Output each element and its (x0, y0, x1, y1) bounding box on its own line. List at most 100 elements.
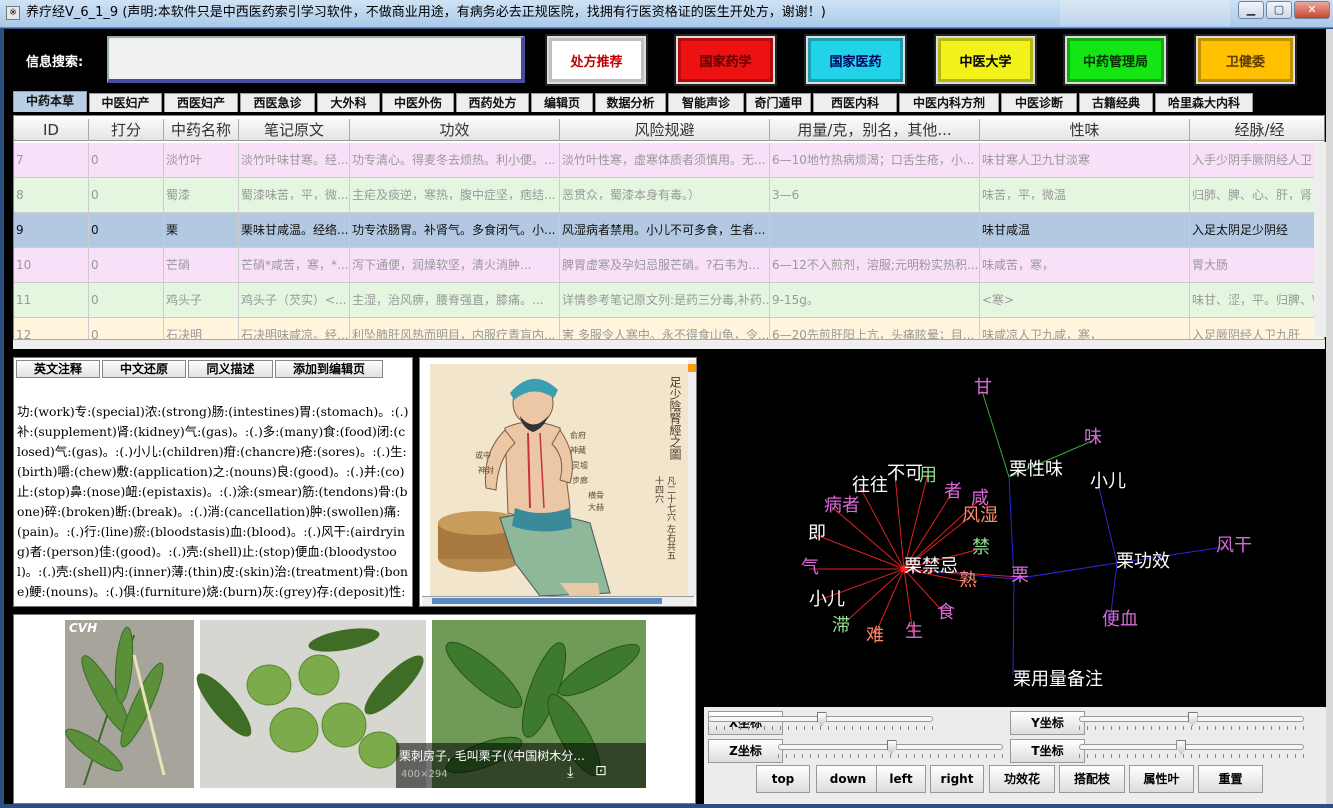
graph-controls: X坐标 Y坐标 Z坐标 T坐标 top down left right 功效花 搭配枝 属性叶 重置 (704, 707, 1326, 804)
graph-nav-button-0[interactable]: top (756, 765, 810, 793)
graph-node[interactable]: 即 (808, 523, 826, 544)
graph-nav-button-2[interactable]: left (876, 765, 926, 793)
graph-edge (1012, 578, 1015, 676)
graph-nav-button-1[interactable]: down (816, 765, 880, 793)
table-cell: 泻下通便，润燥软坚，清火消肿... (350, 248, 560, 283)
graph-node[interactable]: 不可 (887, 463, 923, 484)
graph-node[interactable]: 栗禁忌 (904, 556, 958, 577)
slider-thumb[interactable] (886, 740, 897, 754)
meridian-chart-subtitle: 凡二十七穴 左右共五十四穴 (653, 476, 675, 560)
tab-11[interactable]: 西医内科 (813, 93, 897, 112)
annotation-button-3[interactable]: 添加到编辑页 (275, 360, 383, 378)
graph-node[interactable]: 病者 (824, 495, 860, 516)
coordinate-slider-2[interactable] (778, 740, 1003, 754)
tab-9[interactable]: 智能声诊 (668, 93, 744, 112)
top-button-1[interactable]: 国家药学 (674, 34, 777, 86)
graph-node[interactable]: 食 (937, 602, 955, 623)
slider-thumb[interactable] (816, 712, 827, 726)
minimize-button[interactable]: ▁ (1238, 1, 1264, 19)
coordinate-slider-0[interactable] (708, 712, 933, 726)
close-button[interactable]: ✕ (1294, 1, 1330, 19)
tab-2[interactable]: 西医妇产 (164, 93, 238, 112)
tab-13[interactable]: 中医诊断 (1001, 93, 1077, 112)
column-header-2[interactable]: 中药名称 (164, 119, 239, 141)
table-cell: 0 (89, 248, 164, 283)
graph-node[interactable]: 熟 (959, 570, 977, 591)
column-header-6[interactable]: 用量/克，别名，其他... (770, 119, 980, 141)
annotation-button-2[interactable]: 同义描述 (188, 360, 273, 378)
graph-node[interactable]: 气 (801, 557, 819, 578)
graph-node[interactable]: 风干 (1216, 535, 1252, 556)
table-cell: <寒> (980, 283, 1190, 318)
annotation-button-0[interactable]: 英文注释 (16, 360, 100, 378)
graph-node[interactable]: 生 (905, 621, 923, 642)
top-button-4[interactable]: 中药管理局 (1063, 34, 1168, 86)
graph-nav-button-3[interactable]: right (930, 765, 984, 793)
column-header-1[interactable]: 打分 (89, 119, 164, 141)
tab-4[interactable]: 大外科 (317, 93, 380, 112)
graph-node[interactable]: 栗性味 (1009, 459, 1063, 480)
tab-7[interactable]: 编辑页 (531, 93, 593, 112)
tab-12[interactable]: 中医内科方剂 (899, 93, 999, 112)
tab-3[interactable]: 西医急诊 (240, 93, 315, 112)
annotation-button-1[interactable]: 中文还原 (102, 360, 186, 378)
coordinate-slider-3[interactable] (1079, 740, 1304, 754)
graph-nav-button-4[interactable]: 功效花 (989, 765, 1055, 793)
graph-node[interactable]: 栗功效 (1116, 551, 1170, 572)
relation-graph[interactable]: 甘味栗性味小儿不可往往 用者 咸病者 风湿即禁栗禁忌 栗栗功效风干气熟小儿食滞难生便血栗… (704, 357, 1315, 707)
graph-node[interactable]: 滞 (832, 615, 850, 636)
column-header-0[interactable]: ID (14, 119, 89, 141)
zoom-icon[interactable]: ⊡ (595, 763, 607, 779)
tab-8[interactable]: 数据分析 (595, 93, 666, 112)
relation-graph-panel[interactable]: 甘味栗性味 小儿 不可 往往用者咸病者 风湿即禁栗禁忌栗栗功效 风干气熟小儿食滞难生便血栗… (704, 357, 1315, 707)
graph-node[interactable]: 禁 (972, 537, 990, 558)
column-header-3[interactable]: 笔记原文 (239, 119, 350, 141)
download-icon[interactable]: ⤓ (567, 763, 574, 781)
graph-node[interactable]: 栗 (1011, 565, 1029, 586)
top-button-0[interactable]: 处方推荐 (545, 34, 648, 86)
meridian-vertical-scrollbar[interactable] (688, 360, 696, 596)
graph-node[interactable]: 小儿 (1090, 471, 1126, 492)
graph-nav-button-6[interactable]: 属性叶 (1129, 765, 1194, 793)
svg-text:神藏: 神藏 (570, 445, 586, 455)
tab-0[interactable]: 中药本草 (13, 91, 87, 112)
top-button-5[interactable]: 卫健委 (1194, 34, 1297, 86)
slider-thumb[interactable] (1176, 740, 1187, 754)
top-button-3[interactable]: 中医大学 (934, 34, 1037, 86)
graph-node[interactable]: 难 (866, 625, 884, 646)
graph-nav-button-5[interactable]: 搭配枝 (1059, 765, 1125, 793)
graph-node[interactable]: 甘 (974, 377, 992, 398)
table-vertical-scrollbar[interactable] (1314, 142, 1326, 337)
column-header-8[interactable]: 经脉/经 (1190, 119, 1324, 141)
graph-node[interactable]: 栗用量备注 (1013, 669, 1103, 690)
tab-6[interactable]: 西药处方 (456, 93, 529, 112)
graph-node[interactable]: 小儿 (809, 589, 845, 610)
column-header-5[interactable]: 风险规避 (560, 119, 770, 141)
tab-1[interactable]: 中医妇产 (89, 93, 162, 112)
tab-14[interactable]: 古籍经典 (1079, 93, 1153, 112)
graph-node[interactable]: 味 (1084, 427, 1102, 448)
column-header-7[interactable]: 性味 (980, 119, 1190, 141)
search-input[interactable] (107, 36, 525, 83)
slider-ticks (1079, 754, 1304, 758)
maximize-button[interactable]: ▢ (1266, 1, 1292, 19)
graph-nav-button-7[interactable]: 重置 (1198, 765, 1263, 793)
graph-node[interactable]: 用 (919, 465, 937, 486)
top-button-2[interactable]: 国家医药 (804, 34, 907, 86)
column-header-4[interactable]: 功效 (350, 119, 560, 141)
graph-node[interactable]: 风湿 (962, 505, 998, 526)
tab-10[interactable]: 奇门遁甲 (746, 93, 811, 112)
coordinate-slider-1[interactable] (1079, 712, 1304, 726)
graph-node[interactable]: 者 (944, 481, 962, 502)
tab-15[interactable]: 哈里森大内科 (1155, 93, 1253, 112)
table-horizontal-scrollbar[interactable] (13, 339, 1325, 349)
slider-thumb[interactable] (1187, 712, 1198, 726)
graph-node[interactable]: 便血 (1102, 609, 1138, 630)
slider-ticks (708, 726, 933, 730)
graph-node[interactable]: 往往 (852, 475, 888, 496)
meridian-horizontal-scrollbar[interactable] (422, 596, 694, 606)
plant-photos-panel: CVH 栗刺房子, 毛叫栗子(《中国树木分... 400×294 ⤓ ⊡ (13, 614, 696, 804)
slider-label-3: T坐标 (1010, 739, 1085, 763)
tab-5[interactable]: 中医外伤 (382, 93, 454, 112)
table-cell: 味甘寒人卫九甘淡寒 (980, 143, 1190, 178)
